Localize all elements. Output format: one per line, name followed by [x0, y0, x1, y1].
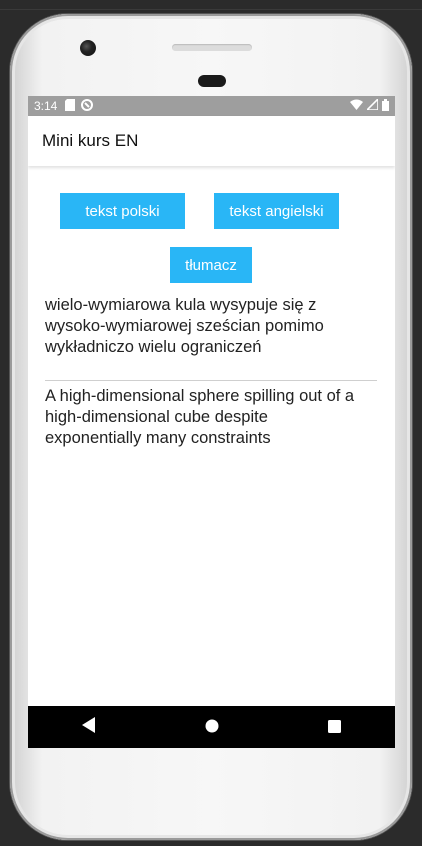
front-camera-icon — [80, 40, 96, 56]
polish-text: wielo-wymiarowa kula wysypuje się z wyso… — [45, 296, 324, 356]
status-time: 3:14 — [34, 99, 58, 113]
translate-button[interactable]: tłumacz — [170, 247, 252, 283]
polish-text-button[interactable]: tekst polski — [60, 193, 185, 229]
sync-icon — [81, 98, 94, 114]
wifi-icon — [350, 99, 363, 113]
earpiece — [172, 44, 252, 51]
battery-icon — [382, 98, 389, 114]
proximity-sensor — [198, 75, 226, 87]
navigation-bar — [28, 706, 395, 748]
divider — [45, 380, 377, 381]
main-content: tekst polski tekst angielski tłumacz wie… — [28, 166, 395, 706]
home-icon[interactable] — [205, 718, 219, 737]
app-bar: Mini kurs EN — [28, 116, 395, 166]
app-title: Mini kurs EN — [42, 131, 139, 150]
english-text: A high-dimensional sphere spilling out o… — [45, 387, 355, 447]
back-icon[interactable] — [82, 717, 96, 737]
background-line — [0, 9, 422, 10]
status-right — [350, 97, 389, 114]
english-text-button[interactable]: tekst angielski — [214, 193, 339, 229]
sd-card-icon — [65, 98, 76, 114]
signal-icon — [365, 97, 379, 113]
screen: 3:14 Mini kurs EN tekst polski tekst ang… — [28, 96, 395, 748]
status-bar: 3:14 — [28, 96, 395, 116]
recents-icon[interactable] — [327, 718, 341, 737]
